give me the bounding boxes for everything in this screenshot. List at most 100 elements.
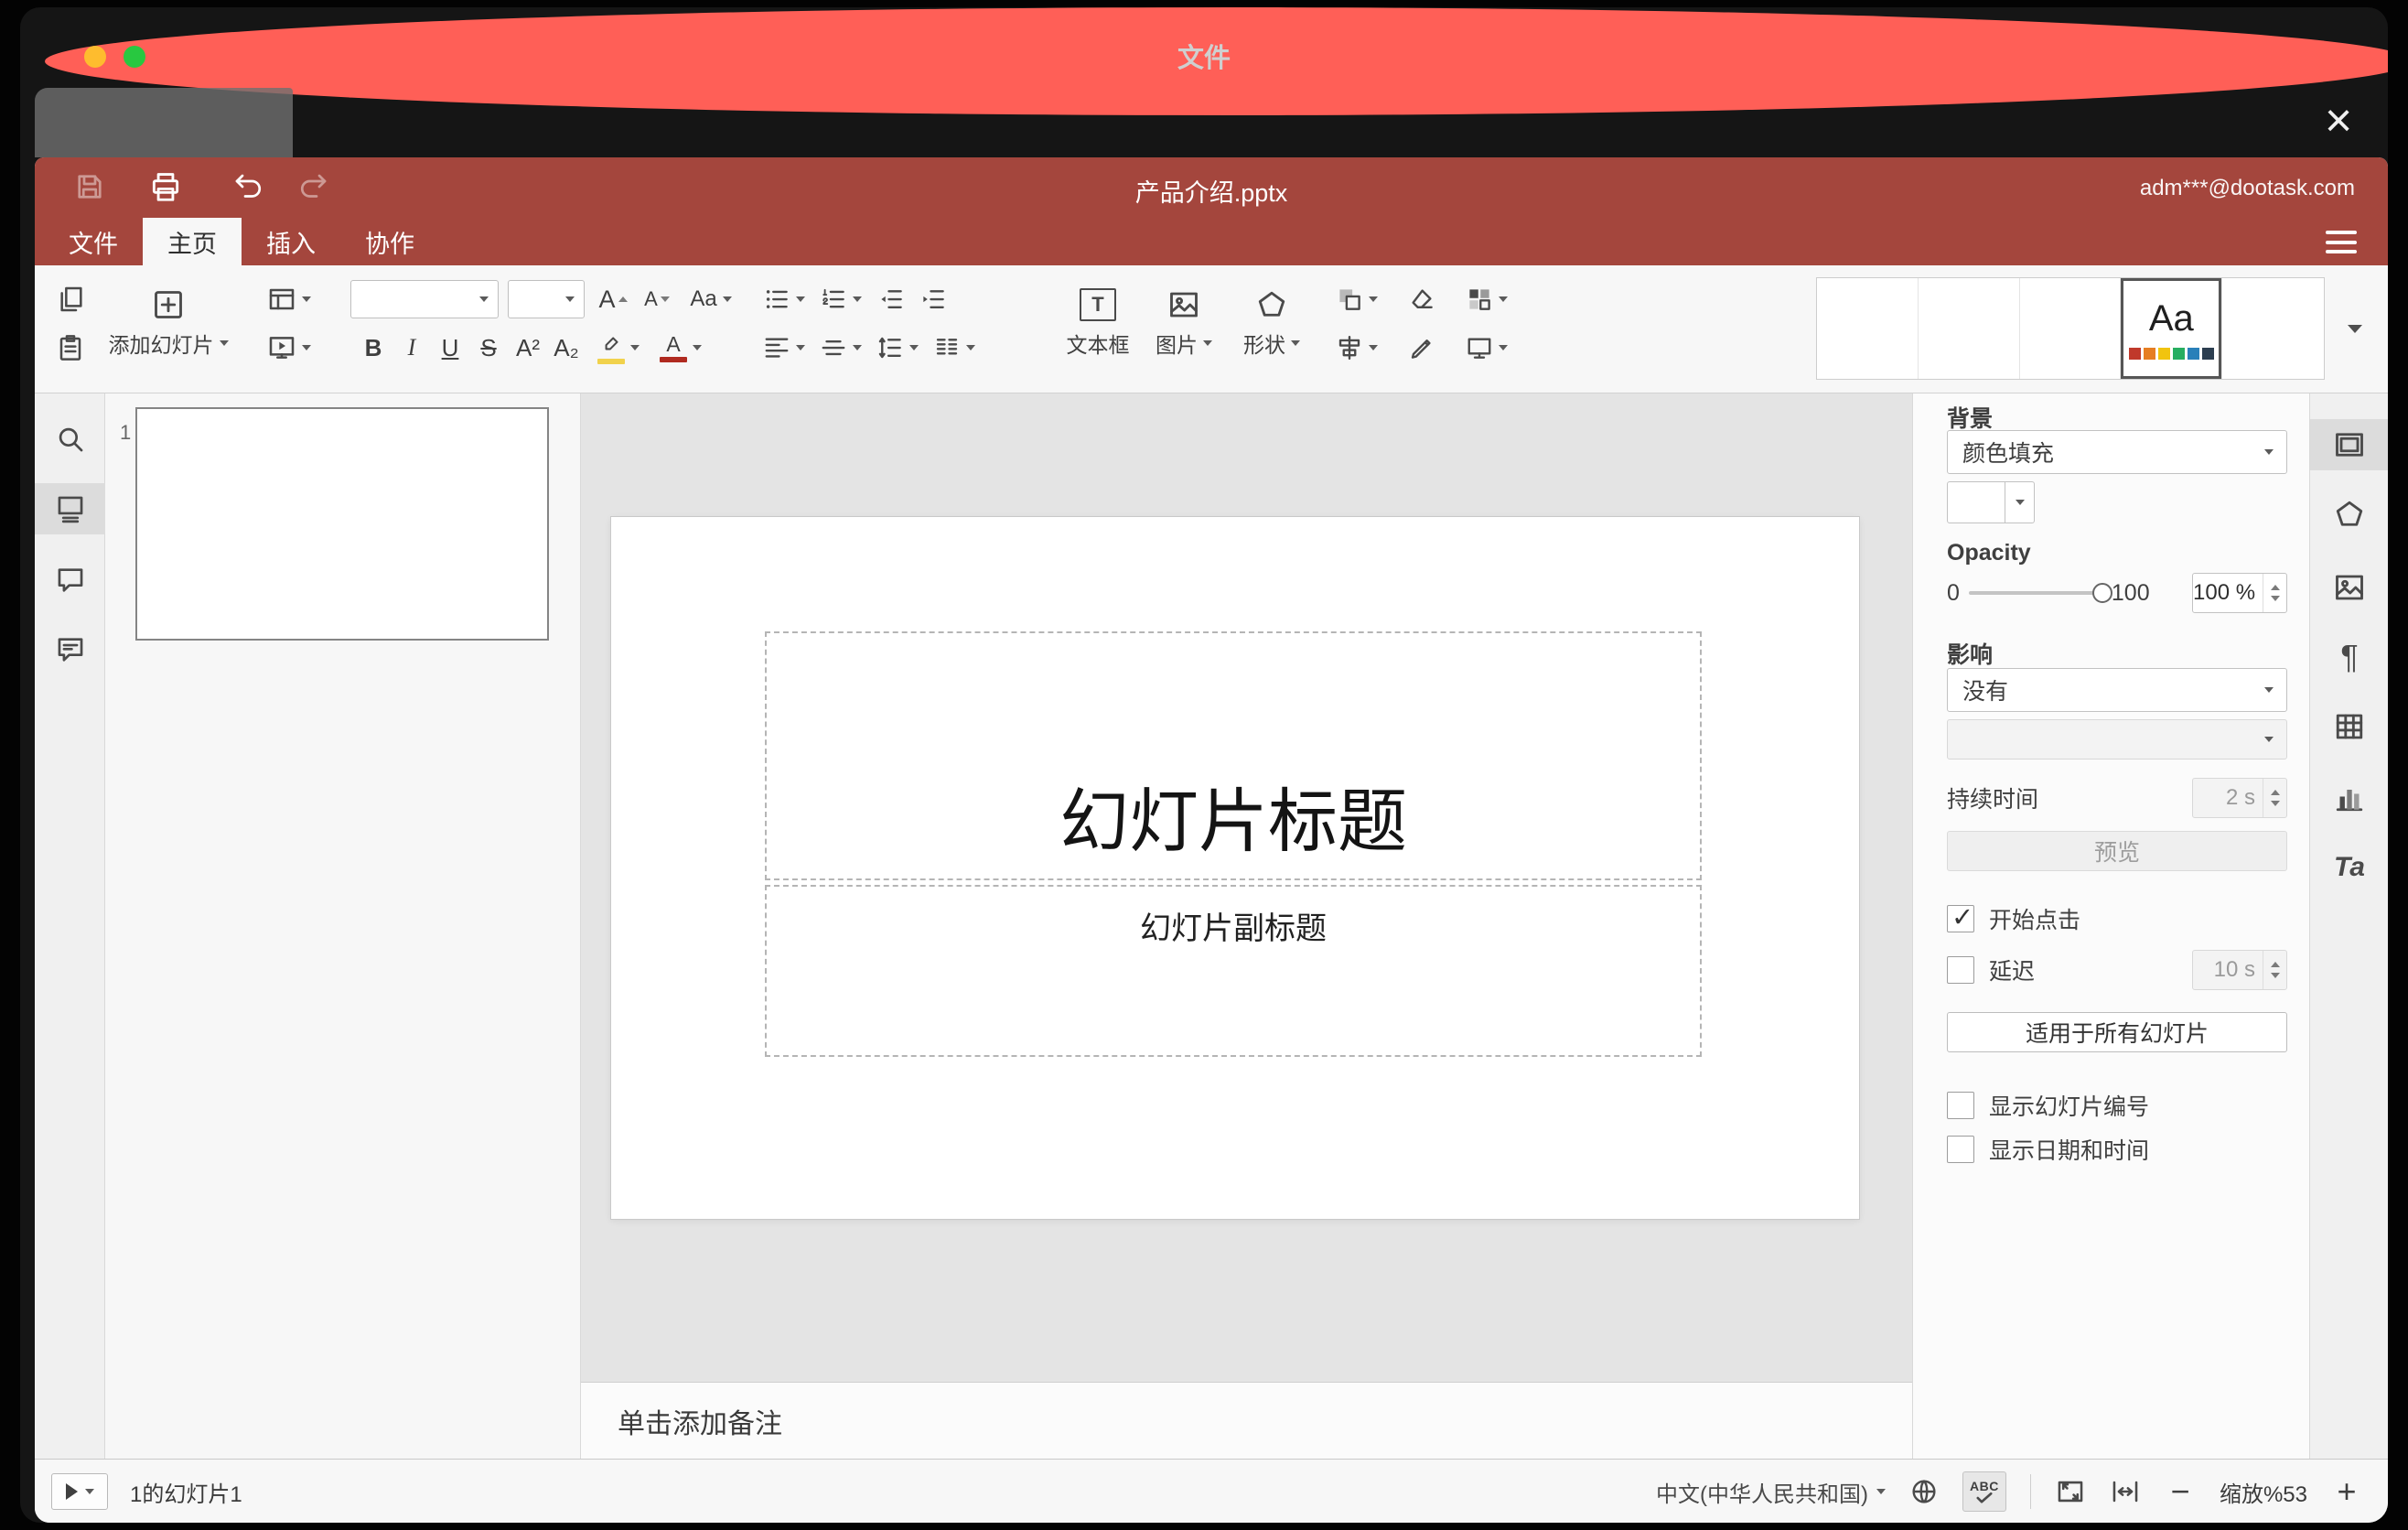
chevron-down-icon (693, 345, 702, 350)
close-icon[interactable]: × (2313, 94, 2364, 147)
show-slide-number-checkbox[interactable] (1947, 1092, 1974, 1119)
bold-button[interactable]: B (355, 328, 392, 368)
tab-insert[interactable]: 插入 (242, 218, 340, 265)
save-button[interactable] (68, 165, 112, 209)
clear-style-button[interactable] (1398, 279, 1446, 319)
color-scheme-button[interactable] (1457, 279, 1517, 319)
undo-button[interactable] (226, 165, 270, 209)
zoom-out-button[interactable]: − (2165, 1475, 2196, 1508)
copy-style-button[interactable] (1398, 328, 1446, 368)
opacity-input[interactable]: 100 % (2192, 573, 2287, 613)
theme-gallery-expand-button[interactable] (2333, 277, 2377, 380)
comments-button[interactable] (35, 555, 105, 606)
change-case-button[interactable]: Aa (680, 279, 742, 319)
slide-thumbnail-1[interactable] (135, 407, 549, 641)
duration-spinner[interactable] (2263, 779, 2286, 817)
tab-collaboration[interactable]: 协作 (340, 218, 439, 265)
superscript-button[interactable]: A² (509, 328, 547, 368)
print-button[interactable] (144, 165, 188, 209)
chart-settings-tab[interactable] (2310, 772, 2388, 824)
opacity-spinner[interactable] (2263, 574, 2286, 612)
tab-file[interactable]: 文件 (44, 218, 143, 265)
decrease-font-button[interactable]: A (636, 279, 678, 319)
shape-icon (1258, 291, 1285, 317)
preview-button[interactable]: 预览 (1947, 831, 2287, 871)
fit-to-width-button[interactable] (2110, 1476, 2141, 1507)
theme-option-2[interactable] (1919, 278, 2020, 379)
textart-settings-tab[interactable]: Ta (2310, 842, 2388, 893)
notes-area[interactable]: 单击添加备注 (581, 1382, 1912, 1459)
paste-button[interactable] (50, 328, 91, 368)
add-slide-button[interactable]: 添加幻灯片 (99, 273, 238, 373)
font-size-combo[interactable] (508, 280, 585, 318)
start-on-click-checkbox[interactable] (1947, 901, 1974, 933)
theme-option-5[interactable] (2222, 278, 2324, 379)
subscript-button[interactable]: A₂ (547, 328, 586, 368)
image-settings-tab[interactable] (2310, 562, 2388, 613)
theme-option-3[interactable] (2020, 278, 2122, 379)
font-color-button[interactable]: A (651, 328, 710, 368)
highlight-color-button[interactable] (589, 328, 648, 368)
start-slideshow-button[interactable] (258, 328, 320, 368)
italic-button[interactable]: I (393, 328, 430, 368)
show-date-time-checkbox[interactable] (1947, 1136, 1974, 1163)
shape-settings-tab[interactable] (2310, 489, 2388, 540)
arrange-icon (1339, 289, 1360, 310)
zoom-in-button[interactable]: + (2331, 1475, 2362, 1508)
align-shape-button[interactable] (1327, 328, 1387, 368)
paragraph-icon: ¶ (2340, 638, 2359, 675)
opacity-slider-knob[interactable] (2091, 583, 2112, 603)
font-name-combo[interactable] (350, 280, 499, 318)
delay-spinner[interactable] (2263, 951, 2286, 989)
slide-subtitle-placeholder[interactable]: 幻灯片副标题 (765, 885, 1702, 1057)
color-picker-dropdown[interactable] (2005, 481, 2035, 523)
hamburger-menu-icon[interactable] (2326, 231, 2357, 253)
apply-to-all-slides-button[interactable]: 适用于所有幻灯片 (1947, 1012, 2287, 1052)
slide-surface[interactable]: 幻灯片标题 幻灯片副标题 (611, 517, 1859, 1219)
paragraph-settings-tab[interactable]: ¶ (2310, 631, 2388, 683)
decrease-indent-button[interactable] (871, 279, 911, 319)
slides-panel-button[interactable] (35, 483, 105, 534)
background-fill-select[interactable]: 颜色填充 (1947, 430, 2287, 474)
delay-checkbox[interactable] (1947, 956, 1974, 984)
opacity-slider[interactable] (1968, 583, 2112, 603)
start-slideshow-statusbar-button[interactable] (51, 1473, 108, 1510)
table-settings-tab[interactable] (2310, 701, 2388, 752)
align-middle-icon (822, 339, 845, 356)
spellcheck-button[interactable]: ABC (1962, 1471, 2006, 1512)
app-header: 产品介绍.pptx adm***@dootask.com 文件 主页 插入 协作 (35, 157, 2388, 265)
strikeout-button[interactable]: S (470, 328, 507, 368)
bullets-button[interactable] (758, 279, 811, 319)
fit-to-slide-button[interactable] (2055, 1476, 2086, 1507)
effect-variant-select[interactable] (1947, 719, 2287, 760)
slide-title-placeholder[interactable]: 幻灯片标题 (765, 631, 1702, 880)
increase-indent-button[interactable] (913, 279, 953, 319)
line-spacing-button[interactable] (871, 328, 924, 368)
vertical-align-button[interactable] (814, 328, 867, 368)
delay-input[interactable]: 10 s (2192, 950, 2287, 990)
horizontal-align-button[interactable] (758, 328, 811, 368)
slide-layout-button[interactable] (258, 279, 320, 319)
document-language-button[interactable] (1909, 1477, 1939, 1506)
insert-textbox-button[interactable]: T 文本框 (1059, 273, 1136, 373)
background-color-picker[interactable] (1947, 481, 2035, 523)
increase-font-button[interactable]: A (592, 279, 634, 319)
insert-shape-button[interactable]: 形状 (1231, 273, 1312, 373)
effect-select[interactable]: 没有 (1947, 668, 2287, 712)
underline-button[interactable]: U (432, 328, 468, 368)
copy-button[interactable] (50, 279, 91, 319)
feedback-chat-button[interactable] (35, 624, 105, 675)
theme-option-1[interactable] (1817, 278, 1919, 379)
theme-option-selected[interactable]: Aa (2121, 278, 2223, 379)
arrange-shape-button[interactable] (1327, 279, 1387, 319)
redo-button[interactable] (292, 165, 336, 209)
tab-home[interactable]: 主页 (143, 218, 242, 265)
search-button[interactable] (35, 414, 105, 465)
slide-settings-tab[interactable] (2310, 419, 2388, 470)
language-selector[interactable]: 中文(中华人民共和国) (1656, 1476, 1886, 1508)
duration-input[interactable]: 2 s (2192, 778, 2287, 818)
columns-button[interactable] (928, 328, 981, 368)
numbering-button[interactable] (814, 279, 867, 319)
slide-size-button[interactable] (1457, 328, 1517, 368)
insert-image-button[interactable]: 图片 (1144, 273, 1224, 373)
